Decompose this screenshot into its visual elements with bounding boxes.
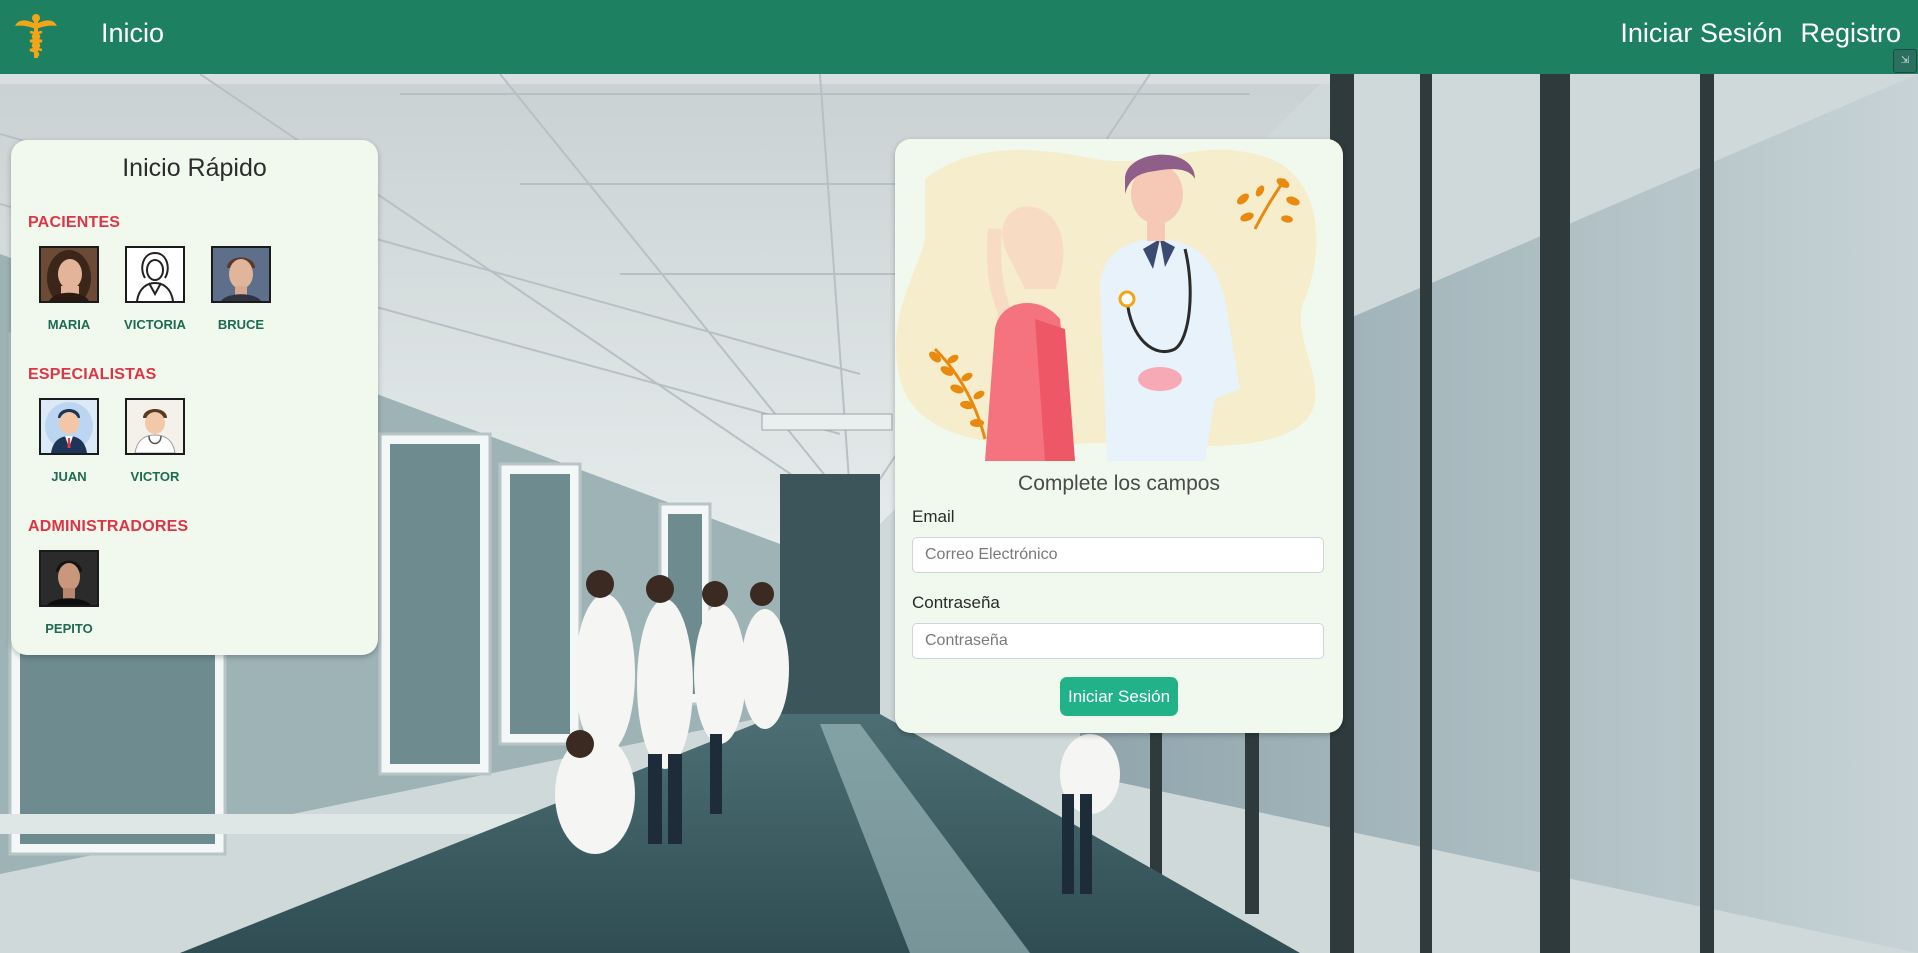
nav-login-link[interactable]: Iniciar Sesión (1620, 18, 1782, 49)
male-photo-avatar[interactable] (211, 246, 271, 303)
quick-user-victoria[interactable]: VICTORIA (112, 246, 198, 332)
password-input[interactable] (912, 623, 1324, 659)
login-card: Complete los campos Email Contraseña Ini… (895, 139, 1343, 733)
quick-user-name: VICTOR (130, 469, 180, 484)
quick-login-panel: Inicio Rápido PACIENTES MARIA VICTORIA B… (11, 140, 378, 655)
email-input[interactable] (912, 537, 1324, 573)
male-cartoon-avatar[interactable] (39, 398, 99, 455)
quick-user-victor[interactable]: VICTOR (112, 398, 198, 484)
navbar: Inicio Iniciar Sesión Registro ⇲ (0, 0, 1918, 74)
female-photo-avatar[interactable] (39, 246, 99, 303)
nav-right-links: Iniciar Sesión Registro (1620, 18, 1901, 49)
quick-user-name: PEPITO (45, 621, 93, 636)
quick-user-name: JUAN (51, 469, 87, 484)
caduceus-icon[interactable] (14, 12, 58, 60)
doctor-cartoon-avatar[interactable] (125, 398, 185, 455)
group-title-pacientes: PACIENTES (28, 214, 121, 231)
shrink-icon[interactable]: ⇲ (1893, 49, 1917, 73)
quick-user-bruce[interactable]: BRUCE (198, 246, 284, 332)
quick-user-name: VICTORIA (124, 317, 186, 332)
password-label: Contraseña (912, 593, 1000, 612)
group-title-administradores: ADMINISTRADORES (28, 518, 189, 535)
female-outline-avatar[interactable] (125, 246, 185, 303)
login-heading: Complete los campos (1018, 472, 1220, 495)
nav-register-link[interactable]: Registro (1800, 18, 1901, 49)
quick-user-juan[interactable]: JUAN (26, 398, 112, 484)
quick-user-name: BRUCE (217, 317, 265, 332)
male-photo-avatar[interactable] (39, 550, 99, 607)
doctor-patient-illustration (895, 139, 1343, 461)
nav-home-link[interactable]: Inicio (101, 18, 164, 49)
email-label: Email (912, 507, 955, 526)
quick-user-pepito[interactable]: PEPITO (26, 550, 112, 636)
login-submit-button[interactable]: Iniciar Sesión (1060, 677, 1178, 716)
quick-user-maria[interactable]: MARIA (26, 246, 112, 332)
quick-user-name: MARIA (47, 317, 91, 332)
quick-login-title: Inicio Rápido (122, 154, 267, 182)
group-title-especialistas: ESPECIALISTAS (28, 366, 157, 383)
